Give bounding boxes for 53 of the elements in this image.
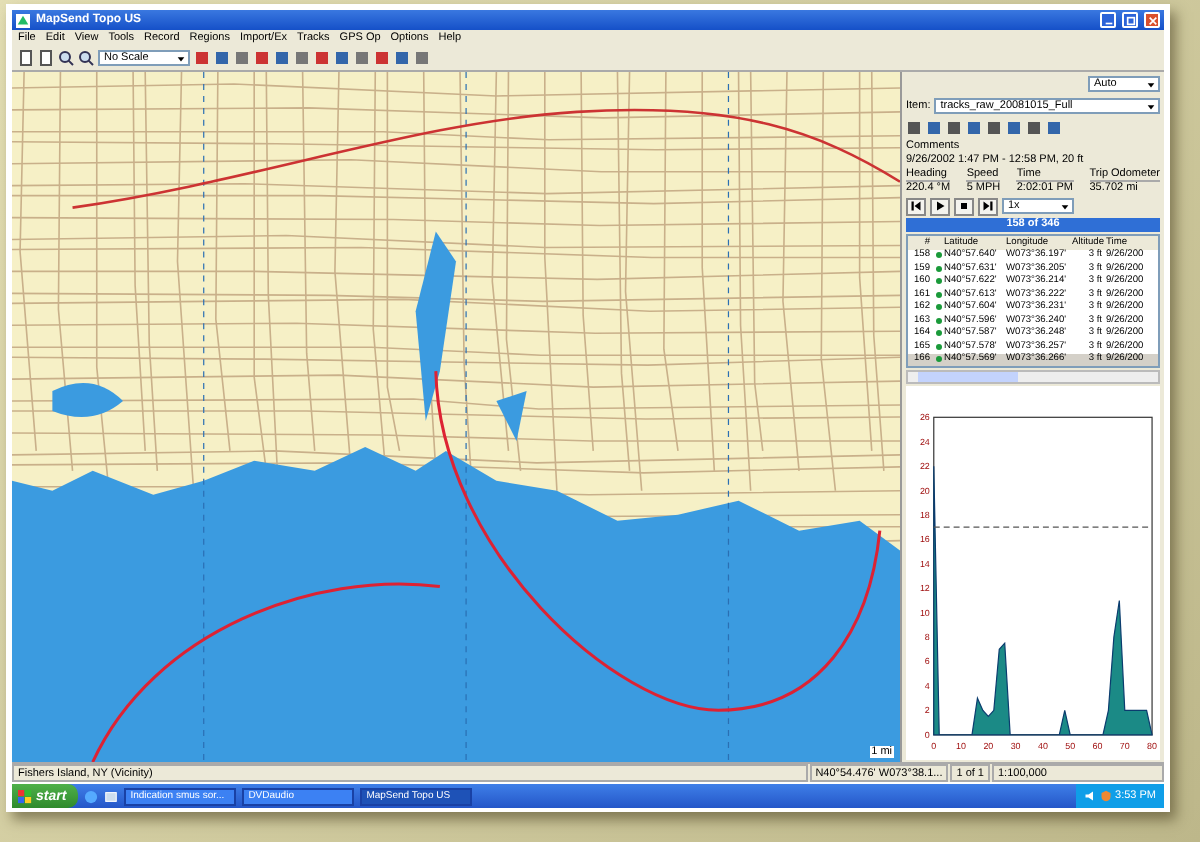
skip-forward-icon: [982, 200, 994, 212]
waypoint-dot-icon: [935, 356, 941, 363]
toolbar-square-icon[interactable]: [194, 50, 210, 66]
waypoint-dot-icon: [935, 278, 941, 285]
toolbar-square-icon[interactable]: [1026, 120, 1042, 136]
search-icon[interactable]: [78, 50, 94, 66]
toolbar-square-icon[interactable]: [294, 50, 310, 66]
skip-back-icon: [910, 200, 922, 212]
waypoint-dot-icon: [935, 304, 941, 311]
caret-icon: [1060, 201, 1070, 211]
toolbar-square-icon[interactable]: [906, 120, 922, 136]
caret-icon: [1146, 79, 1156, 89]
caret-icon: [176, 53, 186, 63]
toolbar-square-icon[interactable]: [986, 120, 1002, 136]
speaker-icon[interactable]: [1083, 790, 1096, 802]
toolbar-square-icon[interactable]: [414, 50, 430, 66]
waypoint-dot-icon: [935, 330, 941, 337]
close-icon: [1147, 15, 1157, 25]
stop-icon: [958, 200, 970, 212]
horizontal-scrollbar[interactable]: [906, 370, 1160, 384]
waypoint-dot-icon: [935, 265, 941, 272]
toolbar-square-icon[interactable]: [314, 50, 330, 66]
windows-flag-icon: [18, 789, 32, 803]
toolbar-square-icon[interactable]: [1006, 120, 1022, 136]
search-icon[interactable]: [58, 50, 74, 66]
toolbar-square-icon[interactable]: [926, 120, 942, 136]
toolbar-square-icon[interactable]: [234, 50, 250, 66]
stop-button[interactable]: [954, 197, 974, 215]
maximize-icon: [1125, 15, 1135, 25]
toolbar-square-icon[interactable]: [354, 50, 370, 66]
maximize-button[interactable]: [1122, 12, 1138, 28]
play-icon: [934, 200, 946, 212]
fast-forward-button[interactable]: [978, 197, 998, 215]
waypoint-dot-icon: [935, 343, 941, 350]
toolbar-square-icon[interactable]: [394, 50, 410, 66]
waypoint-dot-icon: [935, 291, 941, 298]
app-icon: [16, 13, 30, 27]
close-button[interactable]: [1144, 12, 1160, 28]
toolbar-square-icon[interactable]: [946, 120, 962, 136]
desktop-icon[interactable]: [104, 789, 119, 803]
toolbar-square-icon[interactable]: [214, 50, 230, 66]
toolbar-square-icon[interactable]: [254, 50, 270, 66]
toolbar-square-icon[interactable]: [374, 50, 390, 66]
toolbar-square-icon[interactable]: [966, 120, 982, 136]
toolbar-square-icon[interactable]: [1046, 120, 1062, 136]
caret-icon: [1146, 101, 1156, 111]
toolbar-square-icon[interactable]: [334, 50, 350, 66]
waypoint-dot-icon: [935, 252, 941, 259]
play-button[interactable]: [930, 197, 950, 215]
waypoint-dot-icon: [935, 317, 941, 324]
minimize-button[interactable]: [1100, 12, 1116, 28]
rewind-button[interactable]: [906, 197, 926, 215]
toolbar-square-icon[interactable]: [274, 50, 290, 66]
